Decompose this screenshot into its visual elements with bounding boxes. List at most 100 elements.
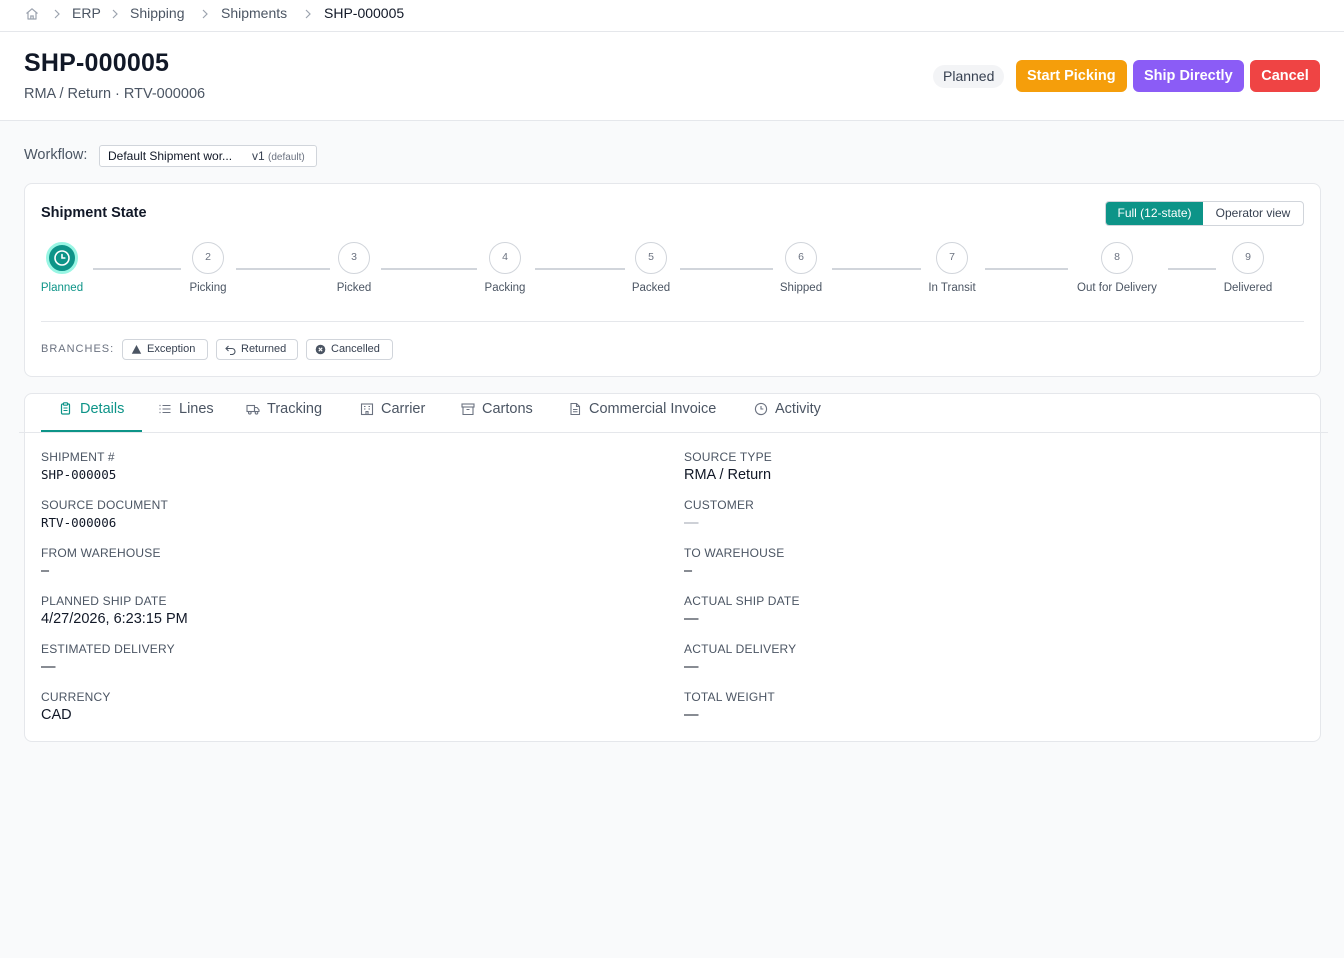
step-label: Shipped: [779, 282, 823, 294]
building-icon: [360, 403, 374, 416]
branch-label: Returned: [241, 343, 287, 355]
workflow-default-tag: (default): [268, 152, 305, 163]
chevron-right-icon: [112, 9, 118, 19]
step-connector: [535, 268, 625, 270]
breadcrumb-current: SHP-000005: [324, 5, 405, 21]
clock-icon: [754, 402, 768, 416]
breadcrumb-item-shipments[interactable]: Shipments: [221, 5, 287, 21]
step-number: 3: [338, 242, 370, 274]
box-icon: [461, 403, 475, 416]
tab-label: Commercial Invoice: [589, 401, 717, 417]
step-number: 7: [936, 242, 968, 274]
field-source-document: SOURCE DOCUMENT RTV-000006: [41, 498, 169, 530]
page-subtitle: RMA / Return · RTV-000006: [24, 86, 206, 102]
step-label: Picked: [336, 282, 372, 294]
step-label: Packing: [484, 282, 526, 294]
page-header: SHP-000005 RMA / Return · RTV-000006 Pla…: [0, 32, 1344, 121]
field-to-warehouse: TO WAREHOUSE –: [684, 546, 785, 579]
field-value: –: [684, 563, 693, 579]
status-badge: Planned: [933, 65, 1005, 88]
field-value: RTV-000006: [41, 515, 117, 530]
breadcrumb-item-erp[interactable]: ERP: [72, 5, 101, 21]
workflow-version: v1 (default): [252, 149, 305, 163]
field-value: —: [684, 611, 699, 627]
field-value: –: [41, 563, 50, 579]
file-icon: [570, 402, 581, 416]
tab-label: Cartons: [482, 401, 533, 417]
field-planned-ship-date: PLANNED SHIP DATE 4/27/2026, 6:23:15 PM: [41, 594, 188, 627]
step-number: 6: [785, 242, 817, 274]
chevron-right-icon: [202, 9, 208, 19]
return-arrow-icon: [225, 345, 236, 355]
workflow-label: Workflow:: [24, 147, 88, 163]
tab-carrier[interactable]: Carrier: [360, 400, 425, 432]
truck-icon: [246, 404, 260, 415]
step-connector: [93, 268, 181, 270]
step-connector: [680, 268, 773, 270]
shipment-state-title: Shipment State: [41, 205, 147, 221]
view-toggle: Full (12-state) Operator view: [1105, 201, 1304, 226]
step-number: 2: [192, 242, 224, 274]
view-toggle-operator[interactable]: Operator view: [1203, 202, 1303, 225]
step-label: Packed: [631, 282, 671, 294]
step-label: Planned: [40, 282, 84, 294]
field-actual-delivery: ACTUAL DELIVERY —: [684, 642, 797, 675]
branch-cancelled[interactable]: Cancelled: [306, 339, 393, 360]
ship-directly-button[interactable]: Ship Directly: [1133, 60, 1244, 92]
branch-returned[interactable]: Returned: [216, 339, 298, 360]
step-connector: [236, 268, 330, 270]
tab-activity[interactable]: Activity: [754, 400, 821, 432]
field-value: —: [41, 659, 56, 675]
step-connector: [832, 268, 921, 270]
branches-label: BRANCHES:: [41, 343, 115, 355]
chevron-right-icon: [54, 9, 60, 19]
shipment-state-card: Shipment State Full (12-state) Operator …: [24, 183, 1321, 377]
start-picking-button[interactable]: Start Picking: [1016, 60, 1127, 92]
home-icon[interactable]: [24, 6, 40, 22]
step-connector: [985, 268, 1068, 270]
field-shipment-number: SHIPMENT # SHP-000005: [41, 450, 117, 482]
view-toggle-full[interactable]: Full (12-state): [1106, 202, 1203, 225]
step-number: 8: [1101, 242, 1133, 274]
cancel-circle-icon: [315, 344, 326, 355]
field-value: 4/27/2026, 6:23:15 PM: [41, 611, 188, 627]
tab-cartons[interactable]: Cartons: [461, 400, 533, 432]
cancel-button[interactable]: Cancel: [1250, 60, 1320, 92]
field-value: RMA / Return: [684, 467, 772, 483]
step-number: 9: [1232, 242, 1264, 274]
field-actual-ship-date: ACTUAL SHIP DATE —: [684, 594, 800, 627]
warning-triangle-icon: [131, 345, 142, 354]
step-label: In Transit: [928, 282, 976, 294]
field-from-warehouse: FROM WAREHOUSE –: [41, 546, 161, 579]
tab-label: Tracking: [267, 401, 323, 417]
branch-label: Cancelled: [331, 343, 380, 355]
breadcrumb: ERP Shipping Shipments SHP-000005: [0, 0, 1344, 32]
field-customer: CUSTOMER —: [684, 498, 755, 531]
workflow-select[interactable]: Default Shipment wor... v1 (default): [99, 145, 317, 167]
tab-lines[interactable]: Lines: [158, 400, 214, 432]
field-value: —: [684, 659, 699, 675]
workflow-name: Default Shipment wor...: [108, 149, 233, 163]
field-value: —: [684, 707, 699, 723]
chevron-right-icon: [305, 9, 311, 19]
divider: [41, 321, 1304, 322]
tab-tracking[interactable]: Tracking: [246, 400, 322, 432]
tab-commercial-invoice[interactable]: Commercial Invoice: [568, 400, 716, 432]
field-total-weight: TOTAL WEIGHT —: [684, 690, 775, 723]
step-connector: [381, 268, 477, 270]
branch-exception[interactable]: Exception: [122, 339, 208, 360]
tab-label: Activity: [775, 401, 821, 417]
field-estimated-delivery: ESTIMATED DELIVERY —: [41, 642, 175, 675]
field-value: —: [684, 515, 699, 531]
breadcrumb-item-shipping[interactable]: Shipping: [130, 5, 185, 21]
tab-label: Lines: [179, 401, 214, 417]
step-label: Picking: [189, 282, 227, 294]
clock-icon: [54, 250, 70, 266]
step-connector: [1168, 268, 1216, 270]
list-icon: [159, 404, 171, 414]
tab-details[interactable]: Details: [59, 400, 124, 432]
step-label: Delivered: [1223, 282, 1273, 294]
step-label: Out for Delivery: [1077, 282, 1157, 294]
branch-label: Exception: [147, 343, 196, 355]
step-current-indicator: [46, 242, 78, 274]
